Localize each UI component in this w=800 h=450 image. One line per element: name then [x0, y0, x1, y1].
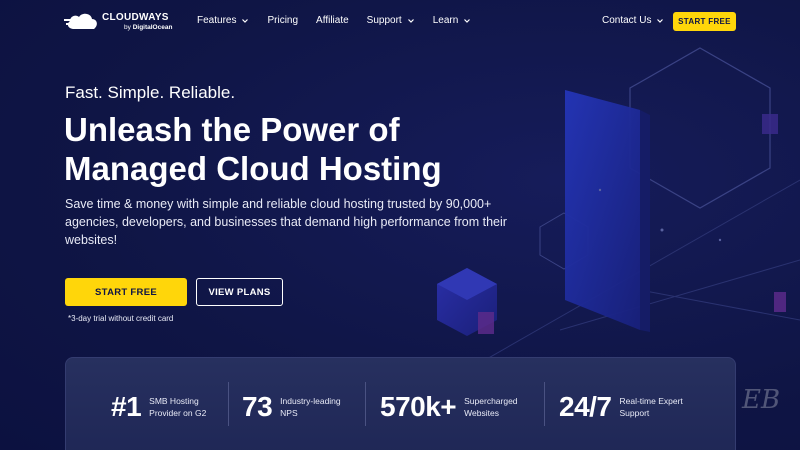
nav-item-pricing[interactable]: Pricing [267, 15, 298, 26]
watermark-signature: EB [742, 385, 781, 415]
stat-value: #1 [111, 391, 142, 422]
trial-note: *3-day trial without credit card [68, 314, 174, 323]
stat-value: 73 [242, 391, 273, 422]
stat-value: 24/7 [559, 391, 612, 422]
stat-label: Supercharged Websites [464, 396, 518, 418]
stat-value: 570k+ [380, 391, 457, 422]
brand-byline: by DigitalOcean [124, 24, 172, 31]
main-nav: Features Pricing Affiliate Support Learn [197, 15, 489, 26]
stat-item-support: 24/7 Real-time Expert Support [559, 382, 700, 432]
contact-us-label: Contact Us [602, 15, 652, 26]
hero-headline: Unleash the Power of Managed Cloud Hosti… [64, 110, 524, 188]
stat-label: Industry-leading NPS [280, 396, 341, 418]
hero-tagline: Fast. Simple. Reliable. [65, 83, 236, 102]
brand-owner: DigitalOcean [132, 24, 173, 31]
stats-panel: #1 SMB Hosting Provider on G2 73 Industr… [65, 357, 736, 450]
hero-headline-line2: Managed Cloud Hosting [64, 150, 442, 187]
brand-name: CLOUDWAYS [102, 12, 169, 23]
stat-label: Real-time Expert Support [619, 396, 683, 418]
stat-label: SMB Hosting Provider on G2 [149, 396, 207, 418]
nav-item-features[interactable]: Features [197, 15, 249, 26]
nav-item-support[interactable]: Support [367, 15, 415, 26]
nav-item-label: Pricing [267, 15, 299, 26]
nav-item-learn[interactable]: Learn [433, 15, 472, 26]
stat-divider [544, 382, 545, 426]
header-start-free-button[interactable]: START FREE [673, 12, 736, 31]
brand-by: by [124, 24, 131, 31]
nav-item-label: Affiliate [316, 15, 349, 26]
stat-item-nps: 73 Industry-leading NPS [242, 382, 350, 432]
stat-item-websites: 570k+ Supercharged Websites [380, 382, 534, 432]
start-free-button[interactable]: START FREE [65, 278, 187, 306]
stat-item-g2: #1 SMB Hosting Provider on G2 [111, 382, 219, 432]
stat-divider [365, 382, 366, 426]
chevron-down-icon [407, 18, 414, 23]
view-plans-button[interactable]: VIEW PLANS [196, 278, 283, 306]
nav-item-label: Learn [432, 15, 459, 26]
nav-item-affiliate[interactable]: Affiliate [316, 15, 349, 26]
brand-logo[interactable]: CLOUDWAYS by DigitalOcean [64, 9, 174, 35]
cloud-logo-icon [64, 13, 97, 29]
contact-us-link[interactable]: Contact Us [602, 15, 664, 26]
hero-headline-line1: Unleash the Power of [64, 111, 400, 148]
hero-description: Save time & money with simple and reliab… [65, 197, 507, 247]
site-header: CLOUDWAYS by DigitalOcean Features Prici… [0, 0, 800, 44]
chevron-down-icon [242, 18, 249, 23]
chevron-down-icon [657, 18, 664, 23]
chevron-down-icon [464, 18, 471, 23]
stat-divider [228, 382, 229, 426]
nav-item-label: Support [366, 15, 402, 26]
nav-item-label: Features [197, 15, 237, 26]
landing-page: CLOUDWAYS by DigitalOcean Features Prici… [0, 0, 800, 450]
